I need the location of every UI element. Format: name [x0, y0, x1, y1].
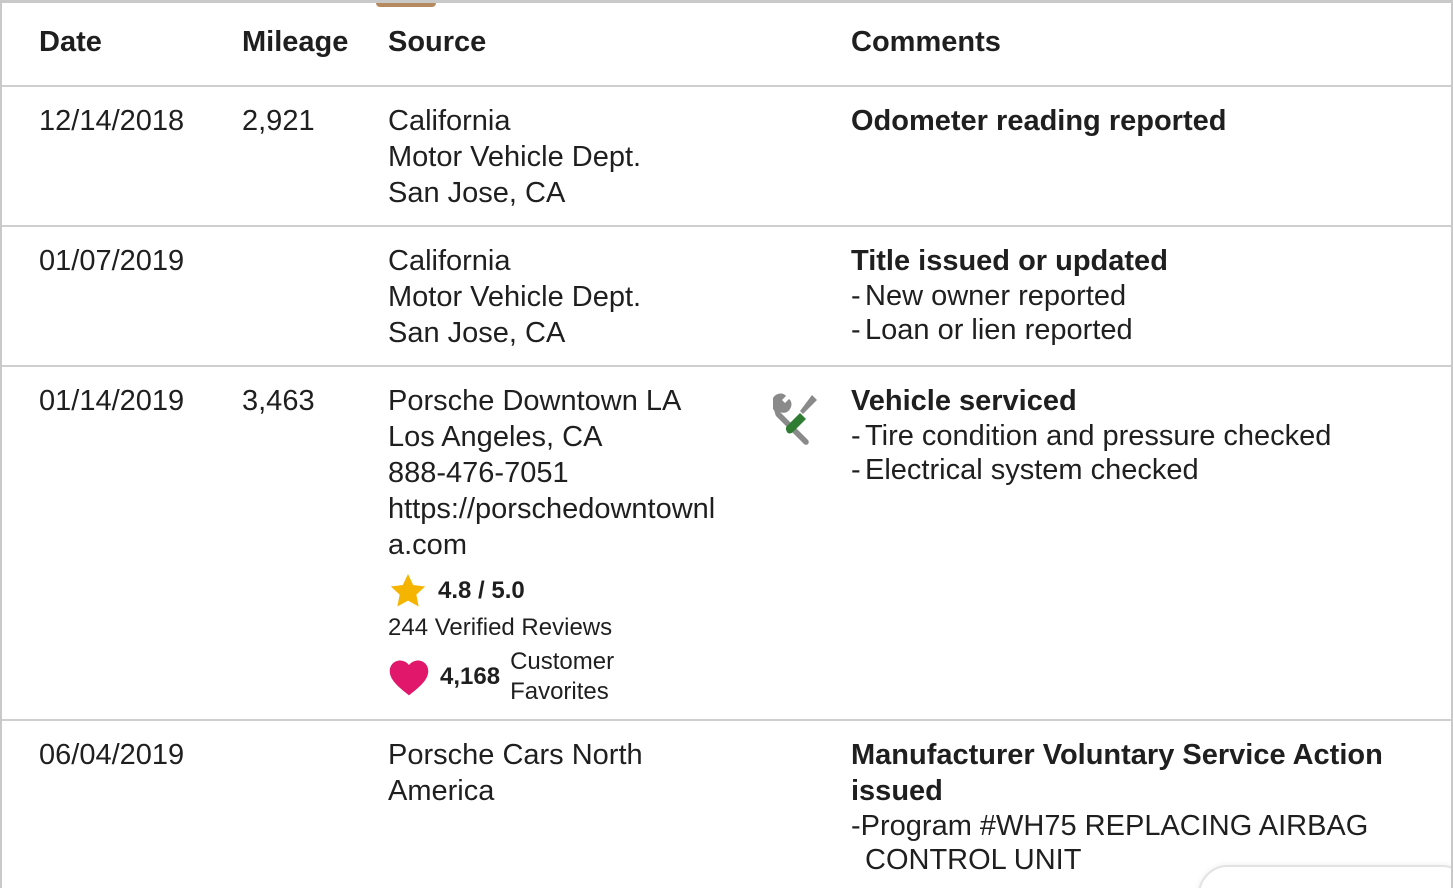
comment-title: Manufacturer Voluntary Service Action is…	[851, 739, 1383, 807]
source-line: Porsche Cars North America	[388, 739, 643, 807]
row-comments: Vehicle serviced - Tire condition and pre…	[851, 383, 1431, 487]
vehicle-history-table: Date Mileage Source Comments 12/14/2018 …	[0, 0, 1453, 888]
row-date: 01/14/2019	[39, 385, 185, 417]
star-icon	[390, 574, 426, 607]
source-line: 888-476-7051	[388, 457, 569, 489]
comment-item: - Electrical system checked	[851, 454, 1199, 486]
row-source: Porsche Downtown LA Los Angeles, CA 888-…	[388, 383, 748, 707]
row-source: California Motor Vehicle Dept. San Jose,…	[388, 103, 748, 211]
source-line: Motor Vehicle Dept.	[388, 281, 642, 313]
header-source: Source	[388, 26, 487, 58]
header-comments: Comments	[851, 26, 1001, 58]
row-source: Porsche Cars North America	[388, 737, 688, 809]
comment-item: - New owner reported	[851, 280, 1127, 312]
source-line: Motor Vehicle Dept.	[388, 141, 642, 173]
header-date: Date	[39, 26, 102, 58]
dealer-website-link[interactable]: https://porschedowntownla.com	[388, 491, 738, 563]
floating-widget-button[interactable]	[1198, 865, 1451, 888]
favorites-count: 4,168	[440, 663, 501, 690]
comment-title: Title issued or updated	[851, 245, 1168, 277]
row-mileage: 3,463	[242, 385, 315, 417]
row-source: California Motor Vehicle Dept. San Jose,…	[388, 243, 748, 351]
row-date: 06/04/2019	[39, 739, 185, 771]
wrench-screwdriver-icon	[773, 393, 817, 445]
dealer-rating: 4.8 / 5.0	[388, 571, 748, 611]
comment-title: Vehicle serviced	[851, 385, 1077, 417]
row-date: 12/14/2018	[39, 105, 185, 137]
heart-icon	[389, 660, 429, 696]
verified-reviews[interactable]: 244 Verified Reviews	[388, 613, 748, 643]
row-date: 01/07/2019	[39, 245, 185, 277]
row-comments: Title issued or updated - New owner repor…	[851, 243, 1431, 347]
table-header-row: Date Mileage Source Comments	[2, 3, 1451, 87]
source-line: California	[388, 245, 511, 277]
comment-title: Odometer reading reported	[851, 105, 1227, 137]
customer-favorites: 4,168 Customer Favorites	[388, 647, 748, 707]
source-line: Porsche Downtown LA	[388, 385, 682, 417]
source-line: San Jose, CA	[388, 317, 566, 349]
table-row: 12/14/2018 2,921 California Motor Vehicl…	[2, 87, 1451, 227]
comment-item: - Loan or lien reported	[851, 314, 1133, 346]
favorites-label: Customer Favorites	[510, 648, 615, 705]
table-row: 06/04/2019 Porsche Cars North America Ma…	[2, 721, 1451, 888]
comment-item: - Tire condition and pressure checked	[851, 420, 1332, 452]
row-comments: Odometer reading reported	[851, 103, 1431, 139]
row-mileage: 2,921	[242, 105, 315, 137]
header-mileage: Mileage	[242, 26, 349, 58]
source-line: California	[388, 105, 511, 137]
table-row: 01/14/2019 3,463 Porsche Downtown LA Los…	[2, 367, 1451, 721]
rating-value: 4.8 / 5.0	[438, 577, 525, 604]
source-line: Los Angeles, CA	[388, 421, 603, 453]
row-comments: Manufacturer Voluntary Service Action is…	[851, 737, 1421, 877]
table-row: 01/07/2019 California Motor Vehicle Dept…	[2, 227, 1451, 367]
source-line: San Jose, CA	[388, 177, 566, 209]
